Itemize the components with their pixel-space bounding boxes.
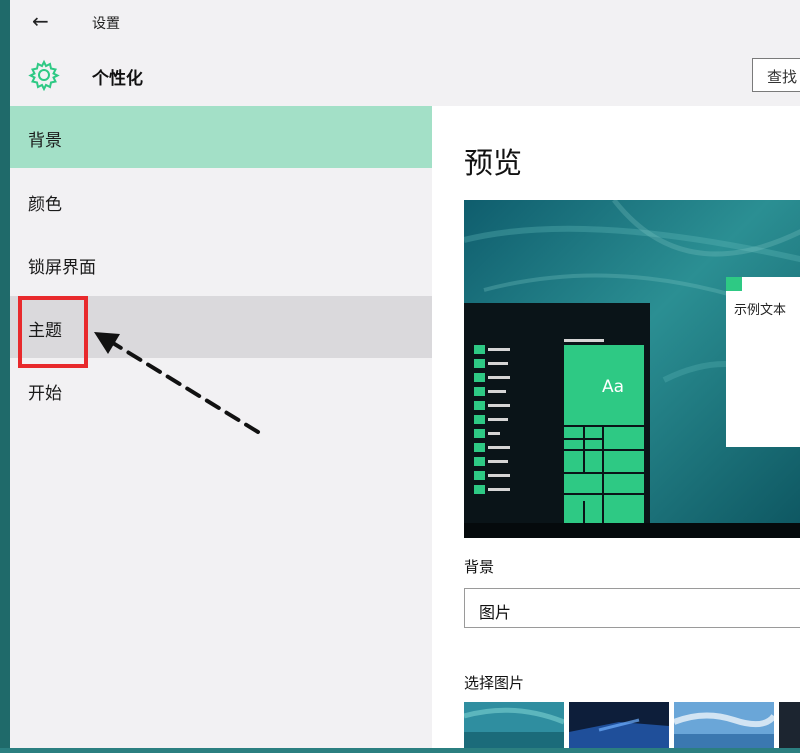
preview-app-label — [488, 432, 500, 435]
preview-app-label — [488, 404, 510, 407]
preview-app-icon — [474, 345, 485, 354]
preview-app-label — [488, 460, 508, 463]
preview-app-label — [488, 348, 510, 351]
tile-divider — [564, 472, 644, 474]
preview-app-icon — [474, 429, 485, 438]
picture-thumbnail[interactable] — [674, 702, 774, 748]
page-title: 个性化 — [92, 69, 143, 89]
annotation-arrow — [94, 332, 260, 434]
preview-app-icon — [474, 471, 485, 480]
preview-app-label — [488, 418, 508, 421]
preview-app-icon — [474, 485, 485, 494]
tile-divider — [583, 501, 585, 523]
preview-sample-window: 示例文本 — [726, 277, 800, 447]
picture-thumbnail[interactable] — [779, 702, 800, 748]
tile-divider — [564, 438, 602, 440]
preview-group-label — [564, 339, 604, 342]
picture-thumbnail[interactable] — [464, 702, 564, 748]
preview-app-label — [488, 488, 510, 491]
sidebar-item-label: 背景 — [28, 131, 62, 151]
back-arrow-icon[interactable]: ← — [32, 10, 49, 32]
background-dropdown-value: 图片 — [479, 603, 512, 622]
preview-heading: 预览 — [464, 146, 523, 180]
sample-window-accent — [726, 277, 742, 291]
window-title: 设置 — [92, 16, 120, 32]
sample-text: 示例文本 — [734, 303, 787, 318]
preview-small-tiles — [564, 427, 644, 523]
tile-divider — [564, 449, 644, 451]
preview-app-icon — [474, 443, 485, 452]
preview-app-icon — [474, 415, 485, 424]
background-label: 背景 — [464, 558, 495, 576]
preview-start-menu: Aa — [464, 303, 650, 523]
preview-app-label — [488, 390, 506, 393]
sample-window-titlebar — [726, 277, 800, 291]
sidebar-item-lock-screen[interactable]: 锁屏界面 — [10, 233, 432, 295]
taskbar-edge — [0, 748, 800, 753]
tile-divider — [583, 427, 585, 472]
sidebar-item-label: 开始 — [28, 384, 62, 404]
preview-app-icon — [474, 387, 485, 396]
gear-icon — [28, 59, 60, 91]
picture-thumbnail[interactable] — [569, 702, 669, 748]
background-dropdown[interactable]: 图片 — [464, 588, 800, 628]
find-setting-placeholder: 查找 — [767, 68, 798, 86]
page-header: 个性化 查找 — [10, 42, 800, 106]
preview-app-icon — [474, 401, 485, 410]
tile-divider — [564, 493, 644, 495]
content-pane: 预览 Aa 示例文本 背景 图片 选择图片 — [432, 106, 800, 748]
preview-app-label — [488, 446, 510, 449]
choose-picture-label: 选择图片 — [464, 674, 525, 692]
title-bar: ← 设置 — [10, 0, 800, 42]
preview-taskbar — [464, 523, 800, 538]
sidebar-item-label: 锁屏界面 — [28, 258, 96, 278]
preview-app-icon — [474, 373, 485, 382]
sidebar-item-colors[interactable]: 颜色 — [10, 170, 432, 232]
preview-app-label — [488, 474, 510, 477]
preview-tile-text: Aa — [602, 377, 625, 397]
preview-large-tile: Aa — [564, 345, 644, 425]
settings-window: ← 设置 个性化 查找 背景 颜色 锁屏界面 主题 开始 预览 Aa 示例文本 … — [10, 0, 800, 748]
preview-app-label — [488, 376, 510, 379]
tile-divider — [602, 427, 604, 523]
find-setting-search-box[interactable]: 查找 — [752, 58, 800, 92]
preview-app-icon — [474, 359, 485, 368]
sidebar-item-label: 颜色 — [28, 195, 62, 215]
preview-app-icon — [474, 457, 485, 466]
sidebar-item-background[interactable]: 背景 — [10, 106, 432, 168]
annotation-highlight-box — [18, 296, 88, 368]
desktop-preview: Aa 示例文本 — [464, 200, 800, 538]
preview-app-label — [488, 362, 508, 365]
